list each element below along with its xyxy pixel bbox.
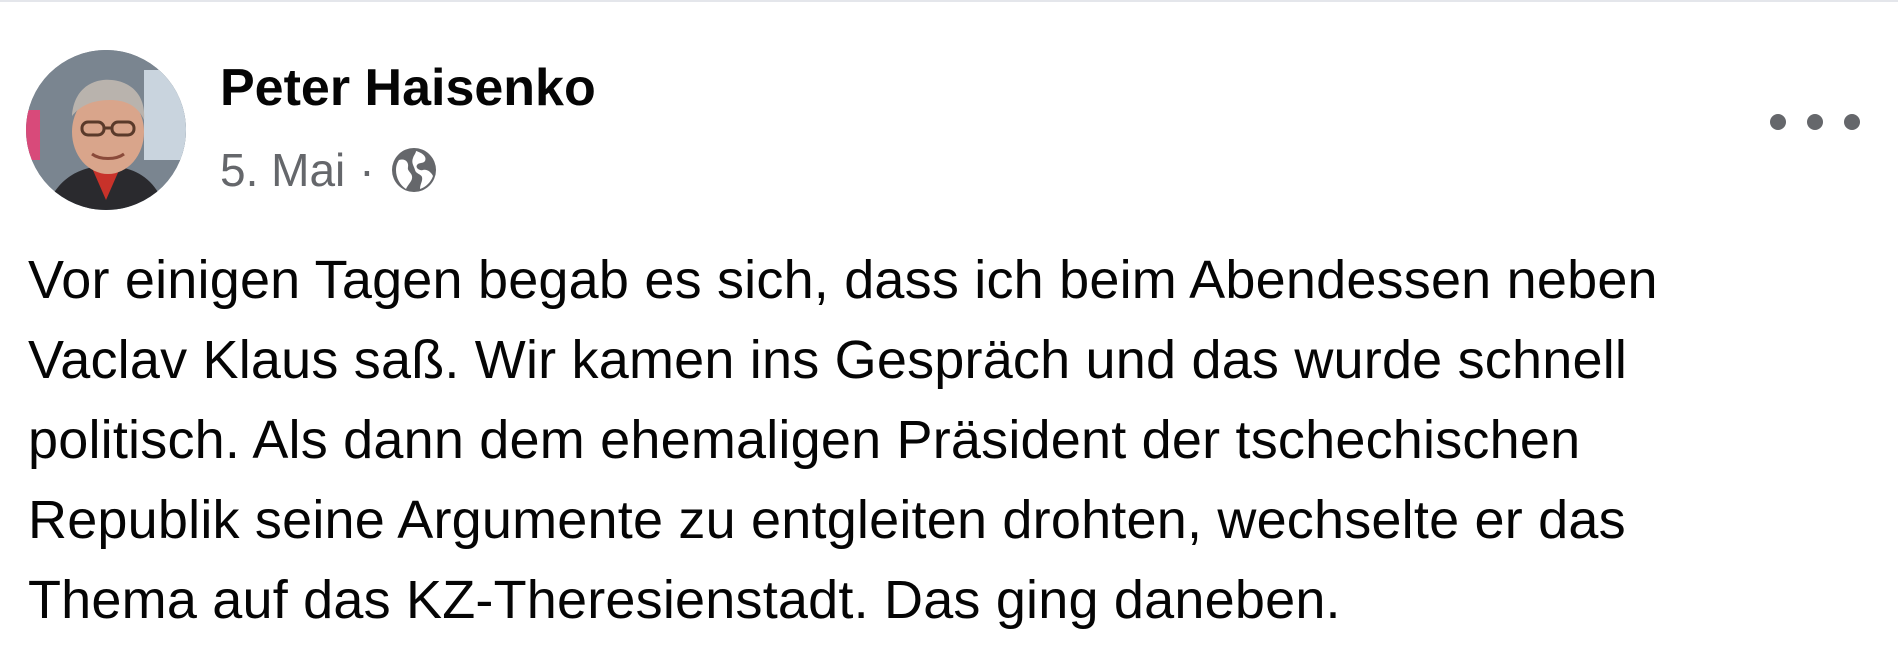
post-meta: 5. Mai · — [220, 140, 439, 200]
author-avatar[interactable] — [26, 50, 186, 210]
post-text-line: Thema auf das KZ-Theresienstadt. Das gin… — [28, 570, 1341, 630]
post-card: Peter Haisenko 5. Mai · Vor einigen Tage… — [0, 0, 1898, 654]
post-date[interactable]: 5. Mai — [220, 143, 345, 197]
author-name[interactable]: Peter Haisenko — [220, 56, 596, 120]
more-options-button[interactable] — [1770, 100, 1860, 144]
post-text-line: Vor einigen Tagen begab es sich, dass ic… — [28, 250, 1658, 310]
more-options-icon — [1770, 114, 1786, 130]
avatar-image — [26, 50, 186, 210]
post-text: Vor einigen Tagen begab es sich, dass ic… — [28, 240, 1878, 640]
meta-separator: · — [359, 144, 375, 196]
post-text-line: Vaclav Klaus saß. Wir kamen ins Gespräch… — [28, 330, 1628, 390]
more-options-icon-dot — [1807, 114, 1823, 130]
post-text-line: politisch. Als dann dem ehemaligen Präsi… — [28, 410, 1581, 470]
more-options-icon-dot — [1844, 114, 1860, 130]
globe-icon[interactable] — [389, 145, 439, 195]
post-text-line: Republik seine Argumente zu entgleiten d… — [28, 490, 1626, 550]
